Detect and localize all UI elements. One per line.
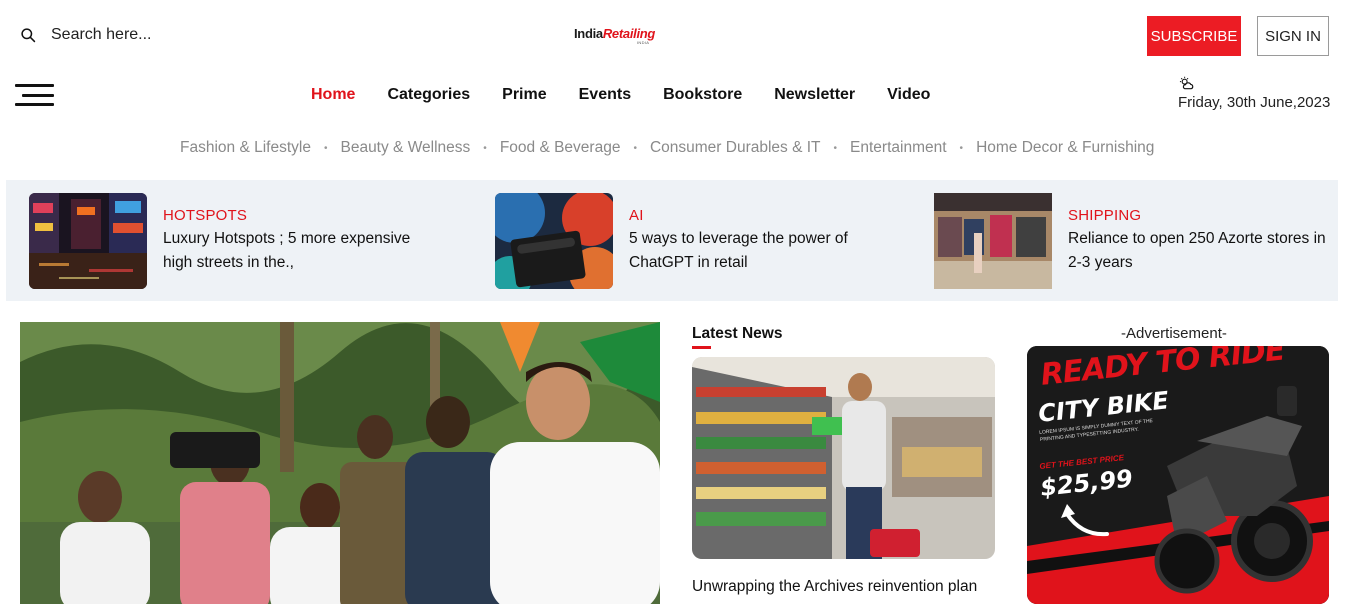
featured-thumbnail[interactable] bbox=[934, 193, 1052, 289]
nav-item-events[interactable]: Events bbox=[579, 86, 631, 104]
category-link[interactable]: Home Decor & Furnishing bbox=[976, 139, 1154, 157]
subscribe-button[interactable]: SUBSCRIBE bbox=[1147, 16, 1241, 56]
featured-thumbnail[interactable] bbox=[29, 193, 147, 289]
featured-card[interactable]: SHIPPING Reliance to open 250 Azorte sto… bbox=[934, 193, 1338, 289]
featured-card[interactable]: HOTSPOTS Luxury Hotspots ; 5 more expens… bbox=[29, 193, 433, 289]
featured-strip: HOTSPOTS Luxury Hotspots ; 5 more expens… bbox=[6, 180, 1338, 301]
heading-underline bbox=[692, 346, 711, 349]
category-link[interactable]: Entertainment bbox=[850, 139, 947, 157]
featured-tag[interactable]: HOTSPOTS bbox=[163, 207, 433, 224]
featured-title[interactable]: Luxury Hotspots ; 5 more expensive high … bbox=[163, 227, 433, 275]
category-link[interactable]: Fashion & Lifestyle bbox=[180, 139, 311, 157]
search-icon[interactable] bbox=[20, 27, 37, 44]
category-link[interactable]: Beauty & Wellness bbox=[340, 139, 470, 157]
nav-item-newsletter[interactable]: Newsletter bbox=[774, 86, 855, 104]
latest-news-image[interactable] bbox=[692, 357, 995, 559]
separator-dot: • bbox=[483, 142, 487, 154]
featured-title[interactable]: Reliance to open 250 Azorte stores in 2-… bbox=[1068, 227, 1338, 275]
featured-thumbnail[interactable] bbox=[495, 193, 613, 289]
separator-dot: • bbox=[833, 142, 838, 154]
featured-title[interactable]: 5 ways to leverage the power of ChatGPT … bbox=[629, 227, 899, 275]
main-nav: Home Categories Prime Events Bookstore N… bbox=[311, 86, 930, 104]
category-link[interactable]: Consumer Durables & IT bbox=[650, 139, 821, 157]
separator-dot: • bbox=[323, 142, 328, 154]
separator-dot: • bbox=[633, 142, 637, 154]
weather-widget: Friday, 30th June,2023 bbox=[1178, 76, 1330, 111]
featured-card[interactable]: AI 5 ways to leverage the power of ChatG… bbox=[495, 193, 899, 289]
nav-item-categories[interactable]: Categories bbox=[387, 86, 470, 104]
nav-item-bookstore[interactable]: Bookstore bbox=[663, 86, 742, 104]
search-input[interactable] bbox=[51, 26, 251, 44]
search-bar[interactable] bbox=[20, 26, 251, 44]
site-logo[interactable]: India Retailing bbox=[574, 26, 655, 41]
separator-dot: • bbox=[959, 142, 964, 154]
advertisement-banner[interactable]: READY TO RIDE CITY BIKE LOREM IPSUM IS S… bbox=[1027, 346, 1329, 604]
logo-text-part2: Retailing bbox=[602, 26, 656, 41]
nav-item-video[interactable]: Video bbox=[887, 86, 930, 104]
logo-text-part1: India bbox=[574, 26, 603, 41]
latest-news-title[interactable]: Unwrapping the Archives reinvention plan bbox=[692, 578, 977, 596]
featured-tag[interactable]: SHIPPING bbox=[1068, 207, 1338, 224]
logo-tagline: INDIA bbox=[637, 40, 650, 45]
hero-image[interactable] bbox=[20, 322, 660, 604]
sign-in-button[interactable]: SIGN IN bbox=[1257, 16, 1329, 56]
cloud-sun-icon bbox=[1179, 76, 1194, 90]
nav-item-prime[interactable]: Prime bbox=[502, 86, 546, 104]
category-links: Fashion & Lifestyle • Beauty & Wellness … bbox=[180, 139, 1154, 157]
current-date: Friday, 30th June,2023 bbox=[1178, 94, 1331, 111]
category-link[interactable]: Food & Beverage bbox=[500, 139, 621, 157]
nav-item-home[interactable]: Home bbox=[311, 86, 355, 104]
latest-news-heading: Latest News bbox=[692, 325, 783, 342]
menu-hamburger-icon[interactable] bbox=[15, 84, 54, 106]
featured-tag[interactable]: AI bbox=[629, 207, 899, 224]
advertisement-label: -Advertisement- bbox=[1121, 325, 1227, 342]
